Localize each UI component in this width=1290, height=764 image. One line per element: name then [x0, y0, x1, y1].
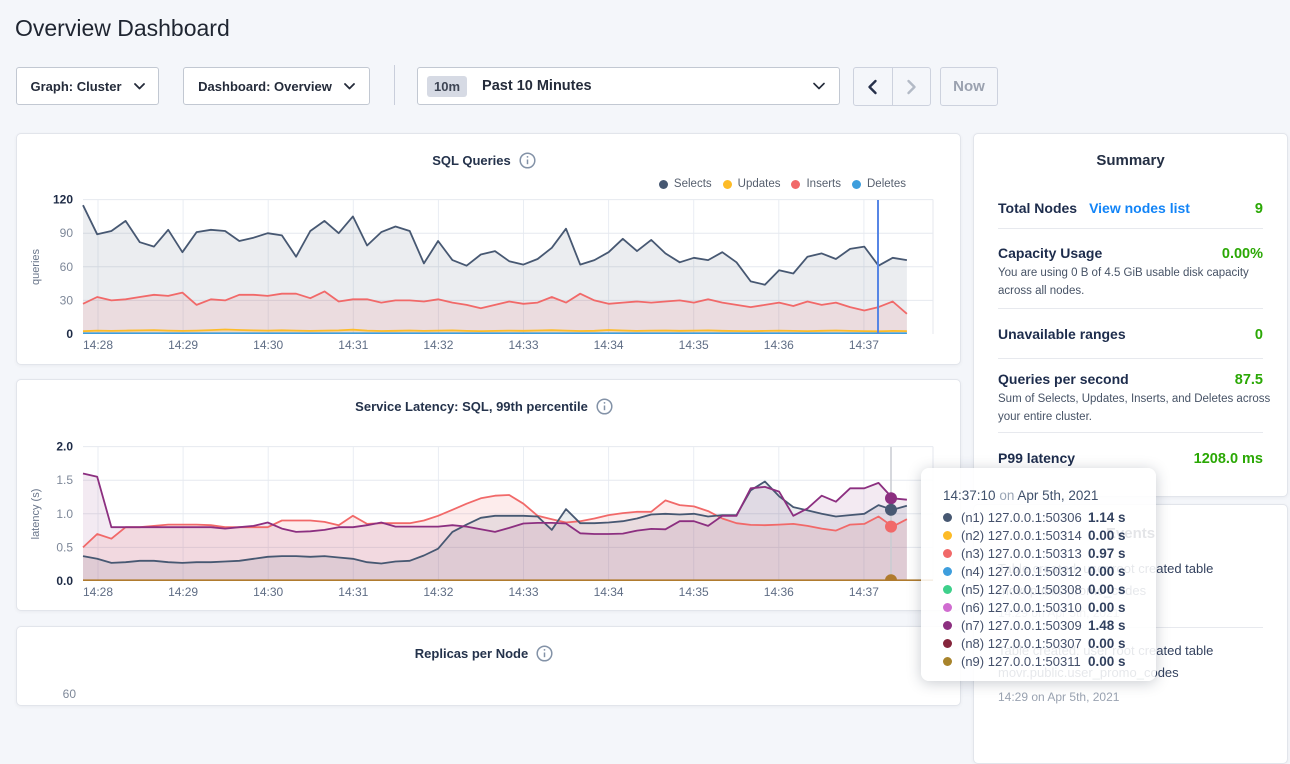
svg-text:queries: queries: [30, 248, 42, 285]
svg-text:14:30: 14:30: [253, 338, 283, 352]
svg-text:1.5: 1.5: [56, 473, 73, 487]
svg-text:14:36: 14:36: [764, 585, 794, 599]
svg-text:120: 120: [53, 193, 73, 207]
svg-text:30: 30: [60, 293, 74, 307]
svg-text:0: 0: [66, 327, 73, 341]
svg-text:14:37: 14:37: [849, 585, 879, 599]
svg-text:2.0: 2.0: [56, 440, 73, 454]
svg-text:14:31: 14:31: [338, 338, 368, 352]
svg-text:14:33: 14:33: [508, 585, 538, 599]
svg-text:14:31: 14:31: [338, 585, 368, 599]
svg-text:14:34: 14:34: [594, 338, 624, 352]
svg-text:latency (s): latency (s): [30, 489, 42, 540]
svg-text:1.0: 1.0: [56, 507, 73, 521]
svg-text:14:32: 14:32: [423, 338, 453, 352]
svg-text:0.5: 0.5: [56, 540, 73, 554]
svg-text:14:29: 14:29: [168, 338, 198, 352]
svg-text:14:35: 14:35: [679, 585, 709, 599]
svg-text:14:32: 14:32: [423, 585, 453, 599]
svg-text:0.0: 0.0: [56, 574, 73, 588]
svg-text:14:28: 14:28: [83, 585, 113, 599]
svg-text:14:37: 14:37: [849, 338, 879, 352]
svg-text:14:29: 14:29: [168, 585, 198, 599]
svg-text:60: 60: [60, 260, 74, 274]
svg-text:14:28: 14:28: [83, 338, 113, 352]
svg-text:14:35: 14:35: [679, 338, 709, 352]
svg-text:14:30: 14:30: [253, 585, 283, 599]
svg-text:14:34: 14:34: [594, 585, 624, 599]
svg-text:14:33: 14:33: [508, 338, 538, 352]
svg-text:14:36: 14:36: [764, 338, 794, 352]
svg-text:90: 90: [60, 226, 74, 240]
